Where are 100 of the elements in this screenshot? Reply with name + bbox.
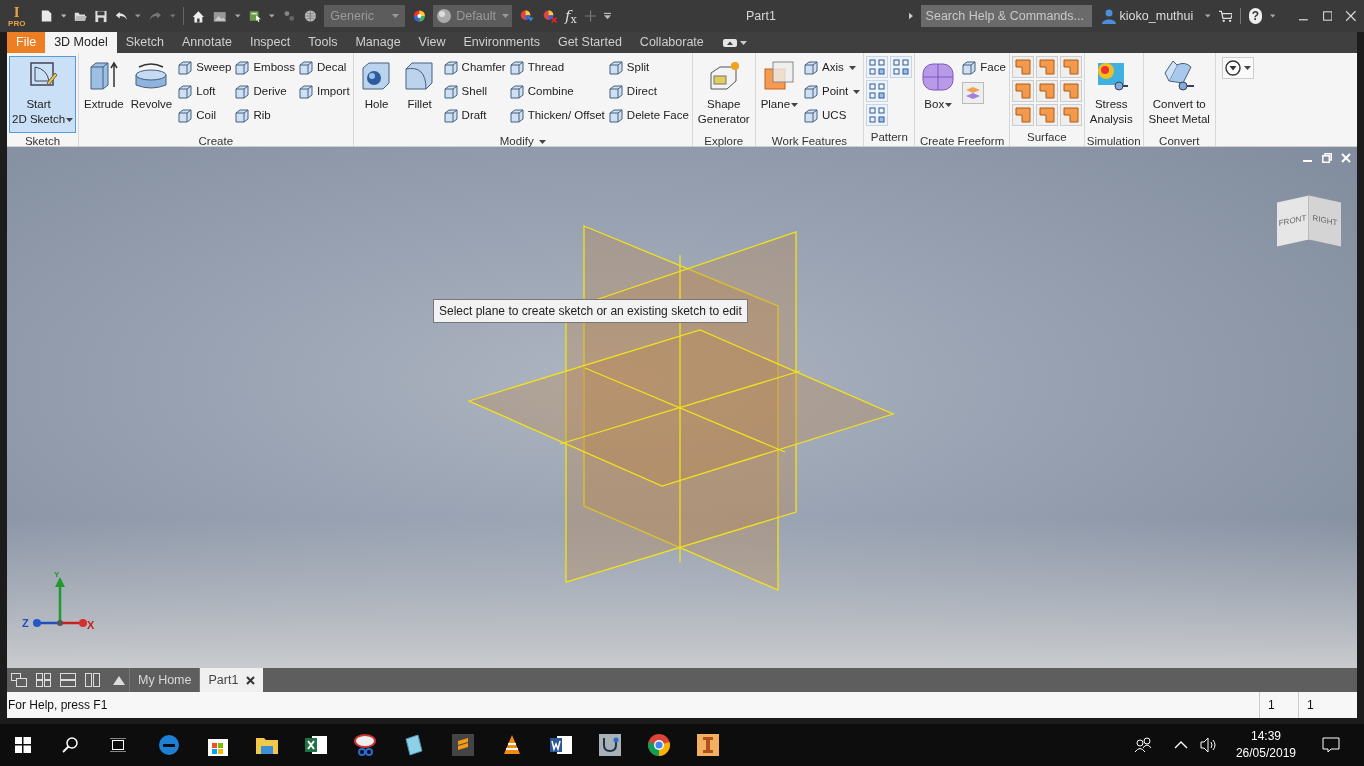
globe-icon[interactable]: [303, 8, 317, 24]
panel-toggle-icon[interactable]: [722, 38, 737, 47]
redo-icon[interactable]: [149, 10, 162, 22]
ribbon-tab[interactable]: 3D Model: [45, 32, 117, 53]
ribbon-tab[interactable]: View: [409, 32, 455, 53]
ribbon-button[interactable]: Emboss: [233, 56, 296, 80]
caret-icon[interactable]: [66, 118, 74, 122]
document-tab[interactable]: Part1: [200, 668, 264, 692]
ribbon-tab[interactable]: Collaborate: [630, 32, 713, 53]
expand-arrow-icon[interactable]: [908, 12, 913, 20]
ribbon-button[interactable]: Axis: [802, 56, 862, 80]
caret-icon[interactable]: [269, 14, 275, 18]
ribbon-tab[interactable]: Sketch: [116, 32, 173, 53]
clock-time[interactable]: 14:39: [1250, 728, 1281, 745]
view-cube[interactable]: FRONT RIGHT: [1277, 191, 1341, 247]
tile-vertical-icon[interactable]: [85, 673, 100, 687]
app-logo[interactable]: I PRO: [8, 3, 26, 29]
surface-tool-icon[interactable]: [1035, 104, 1058, 126]
ribbon-button[interactable]: Stress Analysis: [1086, 56, 1136, 133]
caret-icon[interactable]: [60, 14, 67, 18]
ribbon-button[interactable]: Import: [297, 80, 351, 104]
customize-menu-icon[interactable]: [604, 12, 612, 20]
ribbon-button[interactable]: Shape Generator: [694, 56, 753, 133]
chevron-up-icon[interactable]: [1173, 741, 1188, 749]
ribbon-button[interactable]: Coil: [176, 104, 233, 128]
ribbon-button[interactable]: Derive: [233, 80, 296, 104]
cart-icon[interactable]: [1218, 8, 1233, 24]
notification-icon[interactable]: [1322, 737, 1340, 753]
triangle-up-icon[interactable]: [113, 675, 125, 685]
rect-pattern-icon[interactable]: [866, 56, 889, 78]
ribbon-tab[interactable]: Environments: [454, 32, 549, 53]
select-box-icon[interactable]: [248, 8, 262, 24]
ribbon-button[interactable]: UCS: [802, 104, 862, 128]
caret-icon[interactable]: [853, 90, 861, 94]
sketch-pattern-icon[interactable]: [866, 104, 889, 126]
ribbon-button[interactable]: Point: [802, 80, 862, 104]
ribbon-button[interactable]: Combine: [507, 80, 606, 104]
ribbon-button[interactable]: Hole: [355, 56, 398, 133]
help-button[interactable]: ?: [1249, 8, 1262, 24]
caret-icon[interactable]: [1269, 14, 1276, 18]
caret-icon[interactable]: [739, 40, 747, 45]
caret-icon[interactable]: [135, 14, 142, 18]
caret-icon[interactable]: [235, 14, 241, 18]
speaker-icon[interactable]: [1199, 737, 1218, 753]
ribbon-button[interactable]: Chamfer: [441, 56, 507, 80]
surface-tool-icon[interactable]: [1059, 56, 1082, 78]
new-file-icon[interactable]: [41, 8, 53, 24]
surface-tool-icon[interactable]: [1035, 56, 1058, 78]
restore-icon[interactable]: [1322, 153, 1332, 163]
search-field[interactable]: Search Help & Commands...: [920, 5, 1092, 27]
ribbon-options-button[interactable]: [1221, 57, 1254, 79]
tile-windows-icon[interactable]: [36, 673, 51, 687]
ribbon-tab[interactable]: Tools: [299, 32, 347, 53]
surface-tool-icon[interactable]: [1011, 80, 1034, 102]
ribbon-button[interactable]: Split: [606, 56, 690, 80]
ribbon-button[interactable]: Shell: [441, 80, 507, 104]
ribbon-tab[interactable]: Annotate: [172, 32, 241, 53]
surface-flip-icon[interactable]: [962, 82, 985, 104]
formula-button[interactable]: f$_{x}$: [565, 8, 577, 24]
ribbon-button[interactable]: Direct: [606, 80, 690, 104]
close-icon[interactable]: [246, 675, 256, 685]
mirror-icon[interactable]: [890, 56, 913, 78]
caret-icon[interactable]: [1205, 14, 1211, 18]
ribbon-button[interactable]: Thicken/ Offset: [507, 104, 606, 128]
surface-tool-icon[interactable]: [1011, 104, 1034, 126]
ribbon-tab[interactable]: Get Started: [548, 32, 631, 53]
ribbon-button[interactable]: Loft: [176, 80, 233, 104]
ribbon-button[interactable]: Box: [917, 56, 960, 133]
surface-tool-icon[interactable]: [1011, 56, 1034, 78]
ribbon-button[interactable]: Sweep: [176, 56, 233, 80]
dots-icon[interactable]: [282, 9, 296, 23]
ribbon-button[interactable]: Extrude: [81, 56, 127, 133]
plus-icon[interactable]: [584, 9, 597, 23]
ribbon-button[interactable]: Revolve: [127, 56, 176, 133]
cascade-windows-icon[interactable]: [11, 673, 27, 687]
ribbon-tab[interactable]: Manage: [346, 32, 410, 53]
clock-date[interactable]: 26/05/2019: [1235, 745, 1296, 762]
caret-icon[interactable]: [791, 103, 799, 107]
surface-tool-icon[interactable]: [1059, 80, 1082, 102]
ribbon-button[interactable]: Decal: [297, 56, 351, 80]
color-wheel-icon[interactable]: [412, 8, 426, 24]
ribbon-button[interactable]: Fillet: [398, 56, 441, 133]
caret-icon[interactable]: [1243, 66, 1251, 70]
ribbon-button[interactable]: Face: [960, 56, 1007, 80]
ribbon-tab[interactable]: Inspect: [240, 32, 300, 53]
ribbon-button[interactable]: Thread: [507, 56, 606, 80]
ribbon-button[interactable]: Draft: [441, 104, 507, 128]
ribbon-button[interactable]: Start 2D Sketch: [9, 56, 77, 133]
caret-icon[interactable]: [945, 103, 953, 107]
color-filter-icon[interactable]: [520, 8, 535, 24]
panel-menu-button[interactable]: Modify: [499, 132, 546, 151]
maximize-icon[interactable]: [1322, 10, 1333, 22]
ribbon-button[interactable]: Delete Face: [606, 104, 690, 128]
ribbon-button[interactable]: Plane: [757, 56, 802, 133]
people-icon[interactable]: [1133, 737, 1152, 753]
color-clear-icon[interactable]: [542, 8, 557, 24]
caret-icon[interactable]: [848, 66, 856, 70]
surface-tool-icon[interactable]: [1035, 80, 1058, 102]
ribbon-button[interactable]: Rib: [233, 104, 296, 128]
save-icon[interactable]: [94, 8, 107, 24]
